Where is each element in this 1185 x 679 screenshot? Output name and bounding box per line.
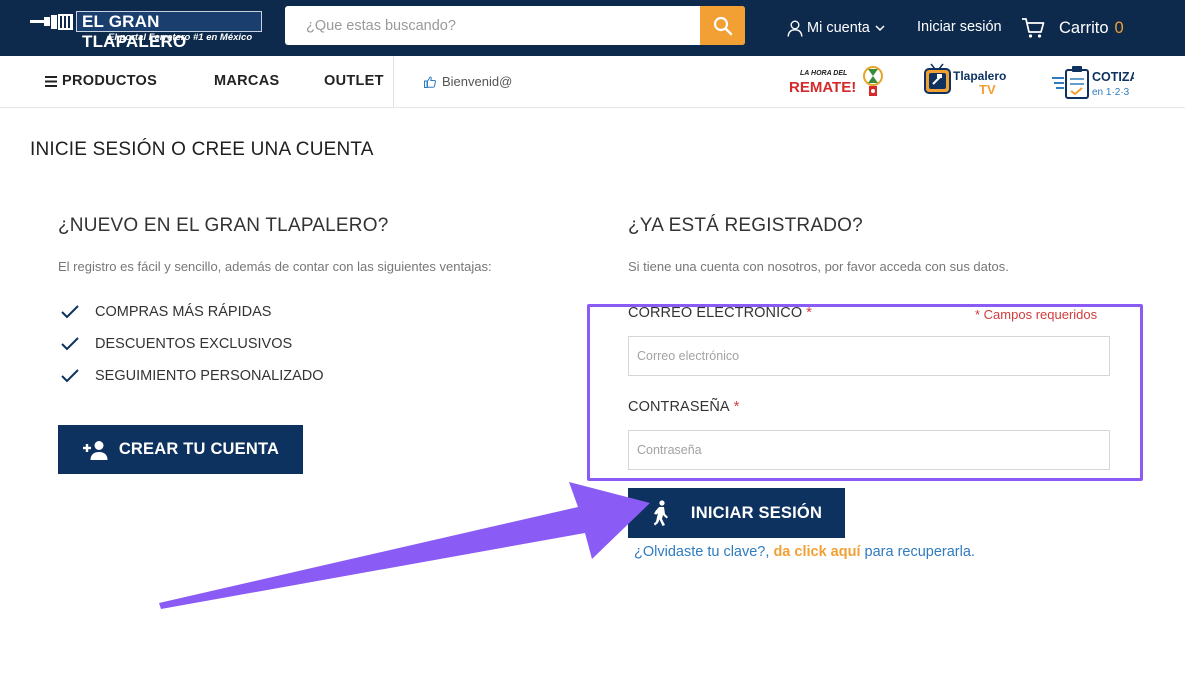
forgot-text-part2: para recuperarla. [864, 544, 975, 560]
cart-icon [1022, 18, 1045, 38]
search-button[interactable] [700, 6, 745, 45]
forgot-password-text: ¿Olvidaste tu clave?, da click aquí para… [634, 544, 975, 560]
search-input[interactable] [285, 6, 700, 45]
cotiza-logo-graphic: COTIZA en 1·2·3 [1052, 66, 1139, 99]
main-nav: PRODUCTOS MARCAS OUTLET Bienvenid@ LA HO… [0, 56, 1185, 108]
register-subtitle: El registro es fácil y sencillo, además … [58, 259, 492, 274]
remate-logo-graphic: LA HORA DEL REMATE! [789, 66, 883, 96]
benefit-label: SEGUIMIENTO PERSONALIZADO [95, 368, 324, 384]
hamburger-icon [45, 75, 57, 87]
hora-del-remate-logo[interactable]: LA HORA DEL REMATE! [789, 64, 887, 98]
login-button[interactable]: INICIAR SESIÓN [628, 488, 845, 538]
cart-count: 0 [1114, 18, 1124, 37]
cotiza-123-logo[interactable]: COTIZA en 1·2·3 [1052, 64, 1139, 100]
cart-link[interactable]: Carrito 0 [1021, 15, 1124, 41]
benefit-label: DESCUENTOS EXCLUSIVOS [95, 336, 293, 352]
nav-outlet[interactable]: OUTLET [324, 73, 384, 89]
user-icon [787, 20, 803, 37]
create-account-button[interactable]: CREAR TU CUENTA [58, 425, 303, 474]
nav-brands[interactable]: MARCAS [214, 73, 279, 89]
cotiza-main-text: COTIZA [1092, 70, 1134, 84]
page-title: INICIE SESIÓN O CREE UNA CUENTA [30, 139, 374, 160]
chevron-down-icon [875, 24, 885, 31]
search-bar [285, 6, 745, 45]
benefit-item: DESCUENTOS EXCLUSIVOS [60, 336, 292, 352]
tv-main-text: Tlapalero [953, 69, 1006, 83]
login-button-label: INICIAR SESIÓN [690, 503, 823, 522]
account-label: Mi cuenta [807, 20, 870, 36]
walking-person-icon [653, 500, 668, 526]
nav-divider [393, 56, 394, 108]
tlapalero-tv-logo[interactable]: Tlapalero TV [923, 62, 1007, 100]
benefit-item: COMPRAS MÁS RÁPIDAS [60, 304, 271, 320]
benefit-item: SEGUIMIENTO PERSONALIZADO [60, 368, 324, 384]
add-user-icon [82, 440, 108, 460]
nav-products[interactable]: PRODUCTOS [45, 73, 157, 89]
thumbs-up-icon [424, 75, 436, 88]
tv-sub-text: TV [979, 82, 996, 97]
cotiza-sub-text: en 1·2·3 [1092, 87, 1130, 98]
welcome-message: Bienvenid@ [424, 74, 512, 89]
forgot-password-link[interactable]: da click aquí [773, 544, 860, 560]
top-header: EL GRAN TLAPALERO El portal Ferretero #1… [0, 0, 1185, 56]
remate-top-text: LA HORA DEL [800, 70, 847, 77]
nav-products-label: PRODUCTOS [62, 73, 158, 89]
account-menu[interactable]: Mi cuenta [787, 17, 889, 39]
check-icon [61, 305, 79, 319]
login-title: ¿YA ESTÁ REGISTRADO? [628, 215, 863, 236]
remate-main-text: REMATE! [789, 79, 856, 96]
search-icon [713, 16, 732, 35]
brand-tagline: El portal Ferretero #1 en México [108, 32, 253, 43]
check-icon [61, 369, 79, 383]
check-icon [61, 337, 79, 351]
annotation-highlight-box [587, 304, 1143, 481]
create-account-label: CREAR TU CUENTA [118, 440, 280, 458]
tv-logo-graphic: Tlapalero TV [924, 63, 1006, 97]
benefit-label: COMPRAS MÁS RÁPIDAS [95, 304, 272, 320]
welcome-text: Bienvenid@ [442, 74, 513, 89]
register-title: ¿NUEVO EN EL GRAN TLAPALERO? [58, 215, 389, 236]
login-subtitle: Si tiene una cuenta con nosotros, por fa… [628, 259, 1009, 274]
login-link[interactable]: Iniciar sesión [917, 19, 1002, 35]
paint-brush-logo-icon [30, 14, 73, 30]
cart-label: Carrito [1059, 18, 1109, 37]
site-logo[interactable]: EL GRAN TLAPALERO El portal Ferretero #1… [30, 11, 262, 51]
forgot-text-part1: ¿Olvidaste tu clave?, [634, 544, 770, 560]
